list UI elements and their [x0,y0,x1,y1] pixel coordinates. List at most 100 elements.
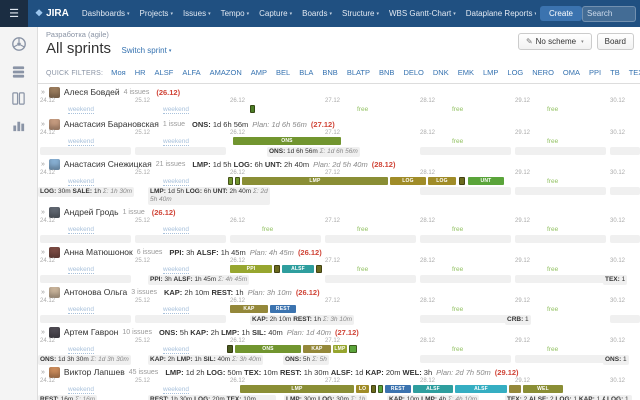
quick-filter-delo[interactable]: DELO [403,68,423,77]
expand-chevron-icon[interactable]: » [41,87,45,98]
timeline-bar-alsf[interactable]: ALSF [455,385,507,393]
user-name[interactable]: Алеся Бовдей [64,87,120,98]
avatar[interactable] [48,119,60,130]
row-timeline: 24.12 25.12 26.12 27.12 28.12 29.12 30.12 weeke… [38,338,640,365]
timeline-bar[interactable] [378,385,383,393]
board-columns-icon[interactable] [10,89,28,107]
user-name[interactable]: Виктор Лапшев [64,367,125,378]
project-avatar-icon[interactable] [10,35,28,53]
avatar[interactable] [48,287,60,298]
nav-item-issues[interactable]: Issues ▾ [178,9,216,18]
quick-filter-amp[interactable]: AMP [251,68,267,77]
quick-filter-oma[interactable]: OMA [563,68,580,77]
timeline-bar[interactable] [228,177,233,185]
quick-filter-lmp[interactable]: LMP [483,68,498,77]
search-input[interactable] [582,5,636,22]
quick-filter-log[interactable]: LOG [507,68,523,77]
timeline-bar[interactable] [459,177,465,185]
expand-chevron-icon[interactable]: » [41,287,45,298]
backlog-icon[interactable] [10,62,28,80]
nav-item-structure[interactable]: Structure ▾ [337,9,384,18]
timeline-bar-wel[interactable]: WEL [523,385,563,393]
timeline-bar[interactable] [371,385,376,393]
avatar[interactable] [48,327,60,338]
jira-logo[interactable]: ❖ JIRA [28,8,77,19]
quick-filter-blatp[interactable]: BLATP [347,68,370,77]
create-button[interactable]: Create [539,6,582,21]
quick-filter-tex[interactable]: TEX [629,68,640,77]
nav-item-dashboards[interactable]: Dashboards ▾ [77,9,135,18]
user-name[interactable]: Анна Матюшонок [64,247,133,258]
user-row: » Артем Гаврон 10 issues ONS: 5h KAP: 2h LM… [38,327,640,365]
board-button[interactable]: Board [596,33,634,50]
quick-filter-nero[interactable]: NERO [532,68,554,77]
timeline-bar[interactable] [235,177,240,185]
timeline-bar-rest[interactable]: REST [270,305,296,313]
quick-filter-alfa[interactable]: ALFA [182,68,200,77]
timeline-bar-ons[interactable]: ONS [235,345,301,353]
nav-item-tempo[interactable]: Tempo ▾ [216,9,255,18]
expand-chevron-icon[interactable]: » [41,247,45,258]
menu-icon[interactable]: ☰ [0,0,28,27]
timeline-bar[interactable] [227,345,233,353]
switch-sprint-link[interactable]: Switch sprint ▾ [121,46,171,55]
nav-item-capture[interactable]: Capture ▾ [254,9,297,18]
quick-filter-ppi[interactable]: PPI [589,68,601,77]
free-label: free [452,266,464,273]
quick-filter-alsf[interactable]: ALSF [155,68,174,77]
expand-chevron-icon[interactable]: » [41,159,45,170]
quick-filter-hr[interactable]: HR [135,68,146,77]
quick-filter-моя[interactable]: Моя [111,68,126,77]
timeline-bar-ppi[interactable]: PPI [230,265,272,273]
day-summary-cell [515,187,606,195]
timeline-bar[interactable] [349,345,357,353]
quick-filter-amazon[interactable]: AMAZON [210,68,242,77]
timeline-bar-lmp[interactable]: LMP [242,177,388,185]
timeline-bar[interactable] [509,385,521,393]
reports-icon[interactable] [10,116,28,134]
timeline-bar[interactable] [250,105,255,113]
timeline-bar-log[interactable]: LOG [428,177,456,185]
nav-item-wbs-gantt-chart[interactable]: WBS Gantt-Chart ▾ [384,9,461,18]
timeline-bar-ons[interactable]: ONS [233,137,341,145]
user-name[interactable]: Артем Гаврон [64,327,118,338]
avatar[interactable] [48,247,60,258]
timeline-bar-rest[interactable]: REST [385,385,411,393]
nav-item-boards[interactable]: Boards ▾ [297,9,337,18]
user-name[interactable]: Андрей Гродь [64,207,119,218]
user-name[interactable]: Анастасия Снежицкая [64,159,152,170]
quick-filter-bel[interactable]: BEL [276,68,290,77]
timeline-bar-kap[interactable]: KAP [230,305,268,313]
quick-filter-emk[interactable]: EMK [458,68,474,77]
avatar[interactable] [48,207,60,218]
nav-item-projects[interactable]: Projects ▾ [135,9,178,18]
timeline-bar-lmp[interactable]: LMP [333,345,347,353]
quick-filter-bla[interactable]: BLA [299,68,313,77]
expand-chevron-icon[interactable]: » [41,119,45,130]
quick-filter-dnk[interactable]: DNK [433,68,449,77]
timeline-bar[interactable] [274,265,280,273]
timeline-bar-lmp[interactable]: LMP [240,385,354,393]
timeline-bar-lo[interactable]: LO [356,385,369,393]
weekend-label: weekend [68,346,95,354]
expand-chevron-icon[interactable]: » [41,367,45,378]
expand-chevron-icon[interactable]: » [41,327,45,338]
date-label: 24.12 [40,258,56,264]
timeline-bar-kap[interactable]: KAP [303,345,331,353]
nav-item-dataplane-reports[interactable]: Dataplane Reports ▾ [461,9,536,18]
avatar[interactable] [48,159,60,170]
user-name[interactable]: Анастасия Барановская [64,119,159,130]
quick-filter-tb[interactable]: TB [610,68,620,77]
user-name[interactable]: Антонова Ольга [64,287,127,298]
timeline-bar[interactable] [316,265,322,273]
avatar[interactable] [48,367,60,378]
expand-chevron-icon[interactable]: » [41,207,45,218]
timeline-bar-alsf[interactable]: ALSF [282,265,314,273]
quick-filter-bnb[interactable]: BNB [322,68,337,77]
timeline-bar-unt[interactable]: UNT [468,177,504,185]
timeline-bar-alsf[interactable]: ALSF [413,385,453,393]
no-scheme-button[interactable]: ✎ No scheme ▾ [517,33,592,50]
avatar[interactable] [48,87,60,98]
timeline-bar-log[interactable]: LOG [390,177,426,185]
quick-filter-bnb[interactable]: BNB [379,68,394,77]
